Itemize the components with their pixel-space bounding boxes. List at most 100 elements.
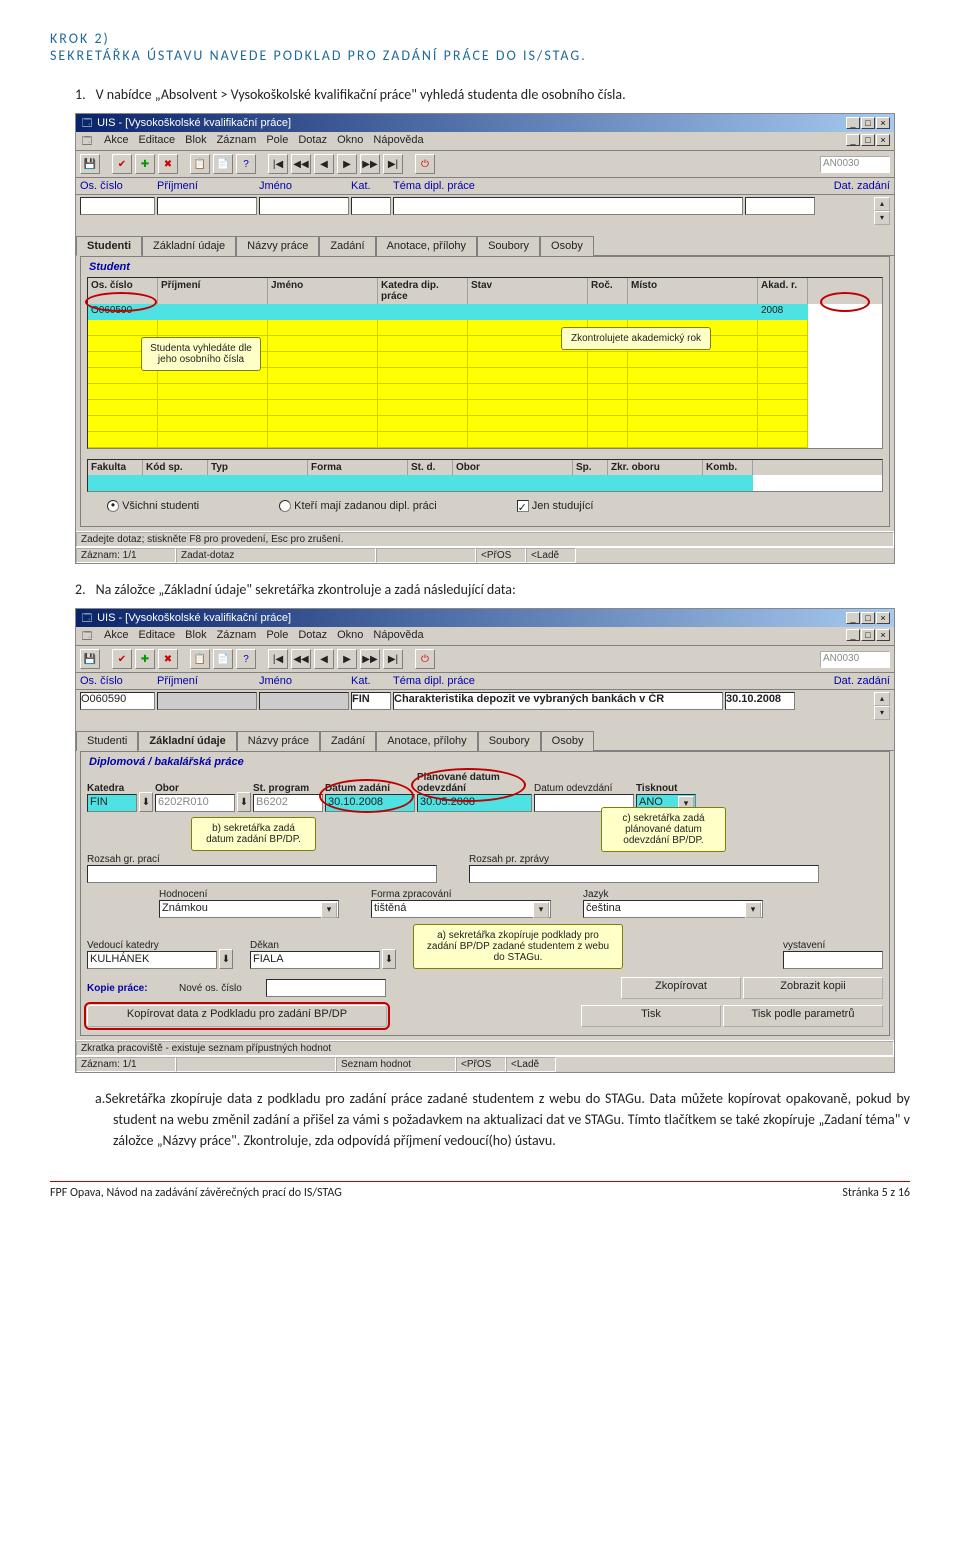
tab2-nazvy[interactable]: Názvy práce (237, 731, 320, 751)
menu-napoveda[interactable]: Nápověda (373, 134, 423, 148)
prev-icon-2[interactable]: ◀◀ (291, 649, 311, 669)
search2-kat[interactable]: FIN (351, 692, 391, 710)
fwd-icon[interactable]: ▶ (337, 154, 357, 174)
inp-rozsah-pr[interactable] (469, 865, 819, 883)
inp-obor[interactable]: 6202R010 (155, 794, 235, 812)
check-icon[interactable]: ✔ (112, 154, 132, 174)
scroll-up-icon[interactable]: ▴ (874, 197, 890, 211)
menu-blok[interactable]: Blok (185, 134, 206, 148)
paste-icon-2[interactable]: 📄 (213, 649, 233, 669)
inp-vyst[interactable] (783, 951, 883, 969)
menu2-blok[interactable]: Blok (185, 629, 206, 643)
next-icon[interactable]: ▶▶ (360, 154, 380, 174)
menu2-pole[interactable]: Pole (266, 629, 288, 643)
paste-icon[interactable]: 📄 (213, 154, 233, 174)
last-icon[interactable]: ▶| (383, 154, 403, 174)
last-icon-2[interactable]: ▶| (383, 649, 403, 669)
cell-roc[interactable] (588, 304, 628, 320)
search-kat[interactable] (351, 197, 391, 215)
btn-tisk-param[interactable]: Tisk podle parametrů (723, 1005, 883, 1027)
mdi-max-2[interactable]: □ (861, 629, 875, 641)
del-icon[interactable]: ✖ (158, 154, 178, 174)
mdi-min[interactable]: _ (846, 134, 860, 146)
tab-zakladni[interactable]: Základní údaje (142, 236, 236, 256)
btn-zkopirovat[interactable]: Zkopírovat (621, 977, 741, 999)
inp-ved[interactable]: KULHÁNEK (87, 951, 217, 969)
fwd-icon-2[interactable]: ▶ (337, 649, 357, 669)
tab2-anotace[interactable]: Anotace, přílohy (376, 731, 478, 751)
menu2-dotaz[interactable]: Dotaz (298, 629, 327, 643)
menu-akce[interactable]: Akce (104, 134, 128, 148)
tab-zadani[interactable]: Zadání (319, 236, 375, 256)
min-btn[interactable]: _ (846, 117, 860, 129)
max-btn[interactable]: □ (861, 117, 875, 129)
menu2-okno[interactable]: Okno (337, 629, 363, 643)
cell-stav[interactable] (468, 304, 588, 320)
btn-kopirovat-podklad[interactable]: Kopírovat data z Podkladu pro zadání BP/… (87, 1005, 387, 1027)
inp-nove[interactable] (266, 979, 386, 997)
tab-anotace[interactable]: Anotace, přílohy (376, 236, 478, 256)
add-icon-2[interactable]: ✚ (135, 649, 155, 669)
max-btn-2[interactable]: □ (861, 612, 875, 624)
lov-ved-icon[interactable]: ⬇ (219, 949, 233, 969)
tab-soubory[interactable]: Soubory (477, 236, 540, 256)
next-icon-2[interactable]: ▶▶ (360, 649, 380, 669)
cell-prij[interactable] (158, 304, 268, 320)
del-icon-2[interactable]: ✖ (158, 649, 178, 669)
tab2-osoby[interactable]: Osoby (541, 731, 595, 751)
sel-forma[interactable]: tištěná (371, 900, 551, 918)
tab2-zadani[interactable]: Zadání (320, 731, 376, 751)
mdi-close-2[interactable]: × (876, 629, 890, 641)
tab-studenti[interactable]: Studenti (76, 236, 142, 256)
scroll-up-icon-2[interactable]: ▴ (874, 692, 890, 706)
inp-katedra[interactable]: FIN (87, 794, 137, 812)
lov-dekan-icon[interactable]: ⬇ (382, 949, 396, 969)
menu2-napoveda[interactable]: Nápověda (373, 629, 423, 643)
search2-dat[interactable]: 30.10.2008 (725, 692, 795, 710)
cell-akad[interactable]: 2008 (758, 304, 808, 320)
search-os[interactable] (80, 197, 155, 215)
add-icon[interactable]: ✚ (135, 154, 155, 174)
cell-jm[interactable] (268, 304, 378, 320)
inp-rozsah-gr[interactable] (87, 865, 437, 883)
sel-hodn[interactable]: Známkou (159, 900, 339, 918)
tab-osoby[interactable]: Osoby (540, 236, 594, 256)
menu2-editace[interactable]: Editace (138, 629, 175, 643)
radio-all[interactable]: Všichni studenti (107, 500, 199, 512)
menu-editace[interactable]: Editace (138, 134, 175, 148)
mdi-max[interactable]: □ (861, 134, 875, 146)
menu-okno[interactable]: Okno (337, 134, 363, 148)
cell-misto[interactable] (628, 304, 758, 320)
btn-tisk[interactable]: Tisk (581, 1005, 721, 1027)
mdi-min-2[interactable]: _ (846, 629, 860, 641)
sel-jazyk[interactable]: čeština (583, 900, 763, 918)
tab2-studenti[interactable]: Studenti (76, 731, 138, 751)
search2-jm[interactable] (259, 692, 349, 710)
menu-dotaz[interactable]: Dotaz (298, 134, 327, 148)
check-icon-2[interactable]: ✔ (112, 649, 132, 669)
search2-prij[interactable] (157, 692, 257, 710)
menu2-akce[interactable]: Akce (104, 629, 128, 643)
mdi-close[interactable]: × (876, 134, 890, 146)
inp-dekan[interactable]: FIALA (250, 951, 380, 969)
tab-nazvy[interactable]: Názvy práce (236, 236, 319, 256)
tab2-soubory[interactable]: Soubory (478, 731, 541, 751)
help-icon-2[interactable]: ? (236, 649, 256, 669)
close-btn[interactable]: × (876, 117, 890, 129)
exit-icon-2[interactable]: ⏻ (415, 649, 435, 669)
menu-pole[interactable]: Pole (266, 134, 288, 148)
btn-zobrazit-kopii[interactable]: Zobrazit kopii (743, 977, 883, 999)
scroll-down-icon[interactable]: ▾ (874, 211, 890, 225)
save-icon[interactable]: 💾 (80, 154, 100, 174)
copy-icon-2[interactable]: 📋 (190, 649, 210, 669)
first-icon[interactable]: |◀ (268, 154, 288, 174)
search2-os[interactable]: O060590 (80, 692, 155, 710)
first-icon-2[interactable]: |◀ (268, 649, 288, 669)
menu-zaznam[interactable]: Záznam (217, 134, 257, 148)
search-dat[interactable] (745, 197, 815, 215)
search-jm[interactable] (259, 197, 349, 215)
min-btn-2[interactable]: _ (846, 612, 860, 624)
copy-icon[interactable]: 📋 (190, 154, 210, 174)
cell-kat[interactable] (378, 304, 468, 320)
check-studying[interactable]: ✓ Jen studující (517, 500, 594, 512)
